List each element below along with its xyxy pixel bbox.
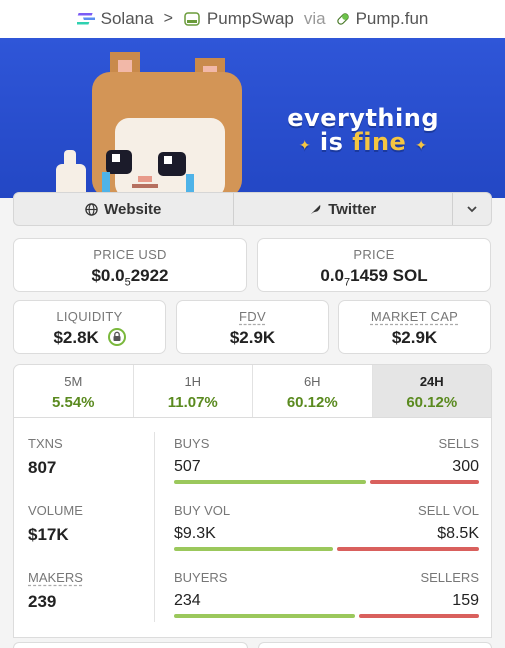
buyers-value: 234 [174, 592, 201, 609]
change-6h: 60.12% [286, 394, 338, 411]
sell-vol-label: SELL VOL [418, 503, 479, 518]
sparkle-icon: ✦ [298, 138, 312, 154]
twitter-label: Twitter [328, 200, 377, 218]
token-banner: everything ✦ is fine ✦ [0, 38, 505, 198]
banner-slogan: everything ✦ is fine ✦ [287, 106, 439, 158]
buys-label: BUYS [174, 436, 210, 451]
social-links-bar: Website Twitter [13, 192, 492, 226]
launchpad-name[interactable]: Pump.fun [356, 9, 429, 29]
trading-stats-panel: TXNS 807 BUYS 507 SELLS 300 VOLUME $17K … [13, 418, 492, 638]
market-cap-value: $2.9K [391, 328, 438, 347]
sellers-bar [359, 614, 479, 618]
solana-icon [76, 13, 95, 25]
tab-1h[interactable]: 1H 11.07% [134, 365, 253, 417]
sell-vol-value: $8.5K [437, 525, 479, 542]
buy-vol-value: $9.3K [174, 525, 216, 542]
price-usd-card: PRICE USD $0.052922 [13, 238, 247, 292]
fdv-value: $2.9K [229, 328, 276, 347]
website-button[interactable]: Website [14, 193, 234, 225]
sellers-value: 159 [452, 592, 479, 609]
sparkle-icon: ✦ [415, 138, 428, 154]
buy-vol-label: BUY VOL [174, 503, 231, 518]
volume-label: VOLUME [28, 503, 83, 518]
more-links-button[interactable] [453, 193, 491, 225]
banner-line2a: is [319, 128, 344, 156]
change-24h: 60.12% [406, 394, 458, 411]
volume-value: $17K [28, 525, 69, 544]
sells-bar [369, 480, 479, 484]
lock-icon[interactable] [107, 328, 126, 346]
sells-label: SELLS [438, 436, 479, 451]
banner-line1: everything [287, 104, 439, 132]
txns-value: 807 [28, 458, 57, 477]
twitter-button[interactable]: Twitter [234, 193, 453, 225]
txns-row: TXNS 807 BUYS 507 SELLS 300 [14, 418, 491, 484]
globe-icon [85, 202, 98, 216]
volume-ratio-bar [174, 547, 479, 551]
makers-label[interactable]: MAKERS [28, 570, 83, 585]
txns-label: TXNS [28, 436, 63, 451]
change-5m: 5.54% [51, 394, 95, 411]
next-section-edge [13, 642, 492, 648]
price-sol-label: PRICE [353, 247, 395, 262]
fdv-label[interactable]: FDV [177, 309, 328, 324]
sell-vol-bar [336, 547, 479, 551]
market-cap-label[interactable]: MARKET CAP [339, 309, 490, 324]
buyers-label: BUYERS [174, 570, 228, 585]
chevron-down-icon [467, 206, 477, 213]
banner-line2b: fine [352, 128, 407, 156]
tab-5m[interactable]: 5M 5.54% [14, 365, 134, 417]
sells-value: 300 [452, 458, 479, 475]
makers-value: 239 [28, 592, 57, 611]
fdv-card: FDV $2.9K [176, 300, 329, 354]
feather-icon [311, 204, 321, 214]
price-sol-card: PRICE 0.071459 SOL [257, 238, 491, 292]
makers-ratio-bar [174, 614, 479, 618]
price-usd-label: PRICE USD [93, 247, 167, 262]
pumpswap-icon [184, 12, 200, 26]
liquidity-card: LIQUIDITY $2.8K [13, 300, 166, 354]
buys-value: 507 [174, 458, 201, 475]
chain-name[interactable]: Solana [101, 9, 154, 29]
breadcrumb: Solana > PumpSwap via Pump.fun [0, 0, 505, 38]
buy-sell-ratio-bar [174, 480, 479, 484]
tab-24h[interactable]: 24H 60.12% [372, 365, 491, 417]
buy-vol-bar [174, 547, 333, 551]
price-usd-value: $0.052922 [91, 266, 169, 289]
website-label: Website [104, 200, 162, 218]
pill-icon [336, 13, 349, 25]
via-label: via [303, 9, 326, 28]
buyers-bar [174, 614, 356, 618]
dex-name[interactable]: PumpSwap [207, 9, 294, 29]
makers-row: MAKERS 239 BUYERS 234 SELLERS 159 [14, 552, 491, 618]
change-1h: 11.07% [167, 394, 218, 411]
market-cap-card: MARKET CAP $2.9K [338, 300, 491, 354]
timeframe-tabs: 5M 5.54% 1H 11.07% 6H 60.12% 24H 60.12% [13, 364, 492, 418]
chevron-right-icon: > [163, 10, 173, 27]
price-sol-value: 0.071459 SOL [320, 266, 428, 289]
liquidity-label: LIQUIDITY [56, 309, 123, 324]
volume-row: VOLUME $17K BUY VOL $9.3K SELL VOL $8.5K [14, 485, 491, 551]
buys-bar [174, 480, 366, 484]
sellers-label: SELLERS [420, 570, 479, 585]
liquidity-value: $2.8K [53, 328, 99, 347]
tab-6h[interactable]: 6H 60.12% [253, 365, 373, 417]
